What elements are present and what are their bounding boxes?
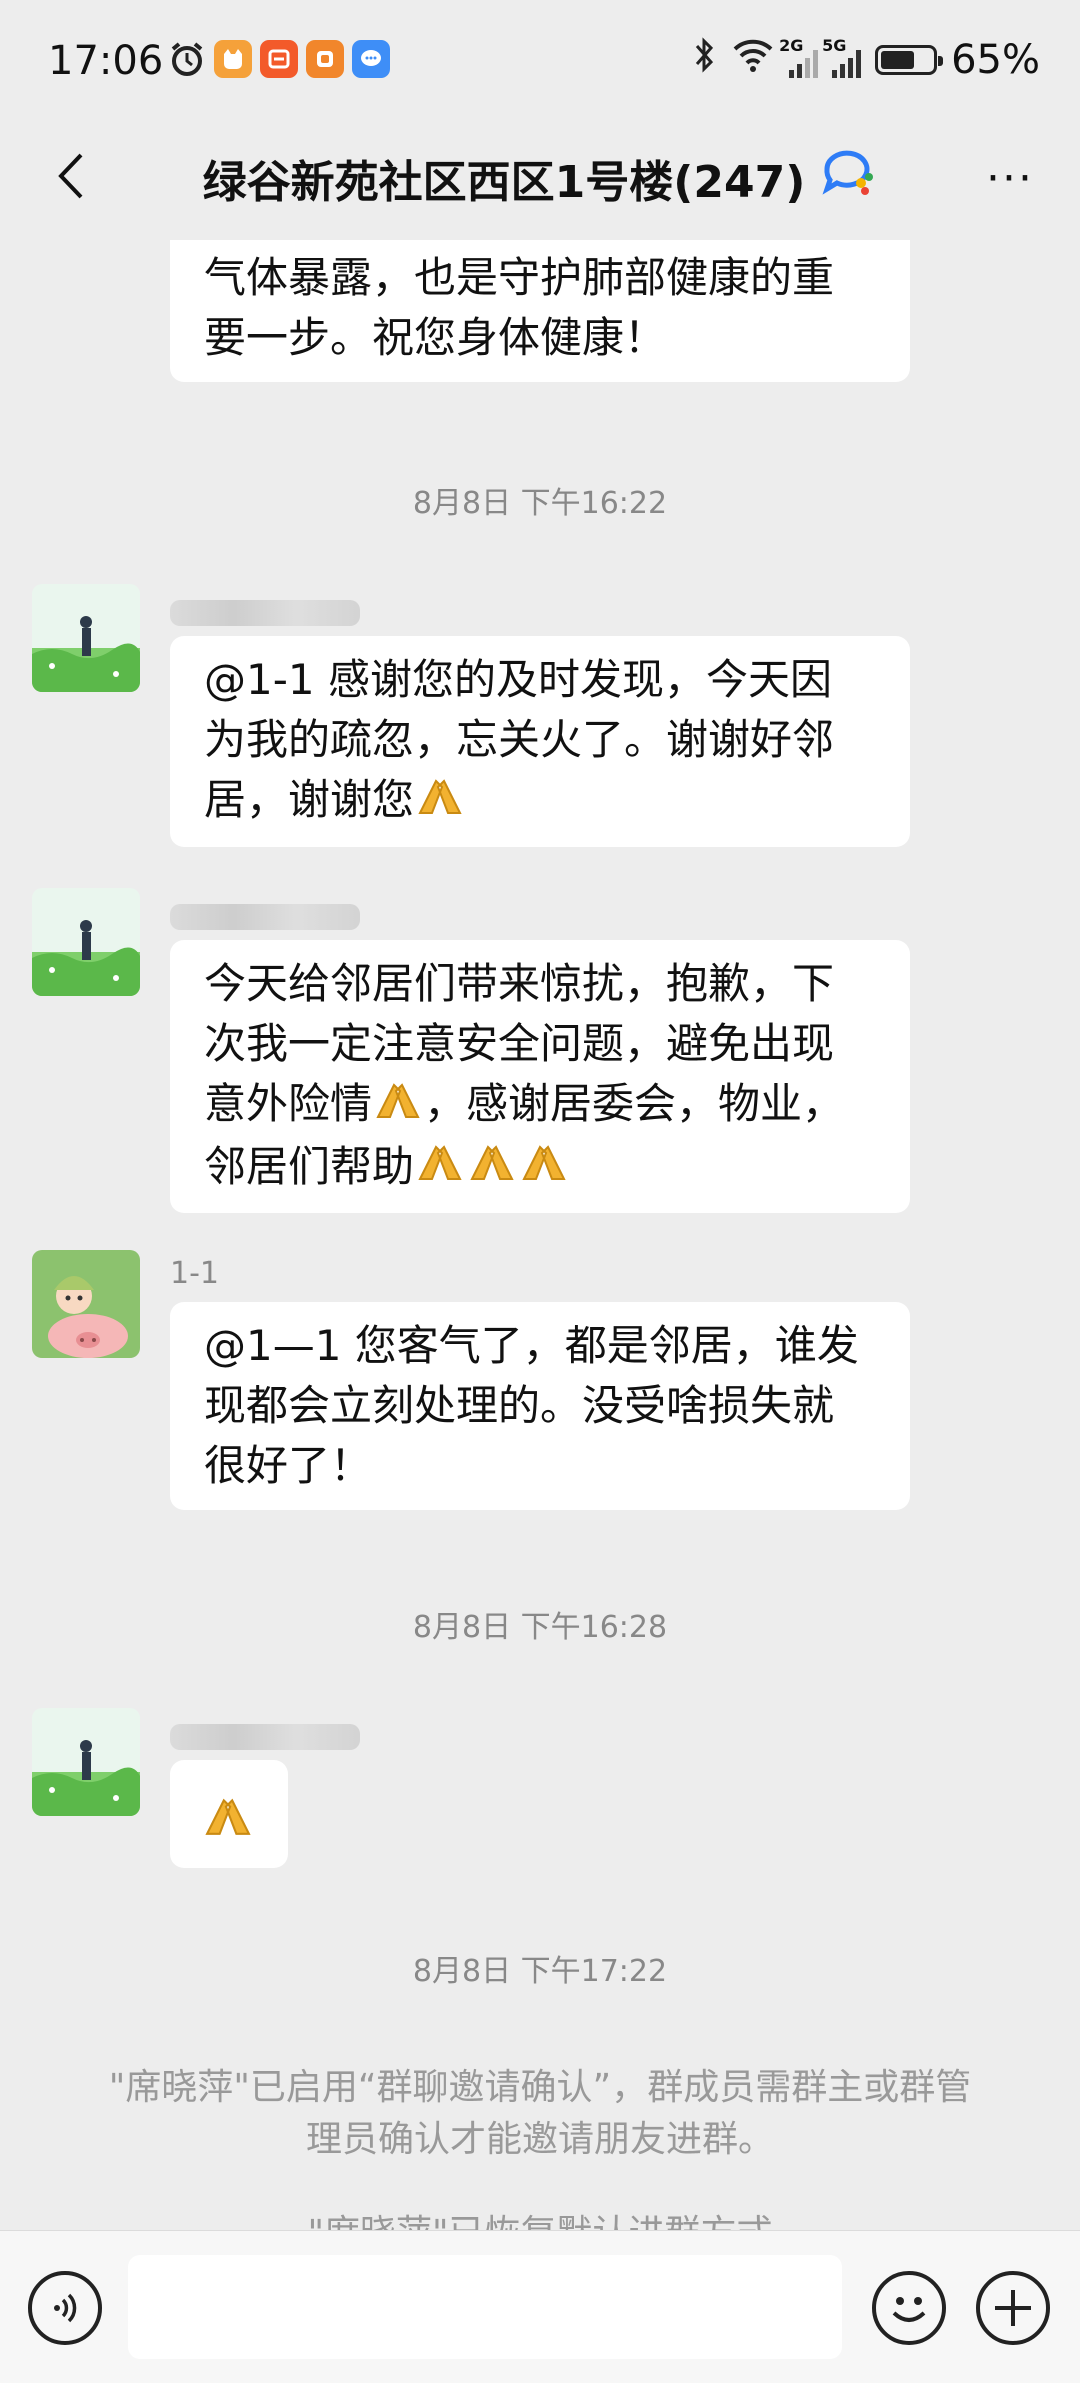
status-bar: 17:06 2G 5G 65% xyxy=(0,0,1080,120)
avatar[interactable] xyxy=(32,1708,140,1816)
message-line: 现都会立刻处理的。没受啥损失就 xyxy=(204,1381,835,1430)
message-bubble[interactable]: @1-1 感谢您的及时发现，今天因 为我的疏忽，忘关火了。谢谢好邻 居，谢谢您 xyxy=(170,636,910,847)
status-app-icons xyxy=(168,40,390,78)
message-line: 次我一定注意安全问题，避免出现 xyxy=(204,1019,835,1068)
chat-header: 绿谷新苑社区西区1号楼(247) ··· xyxy=(0,120,1080,240)
praying-hands-icon xyxy=(414,1139,466,1199)
chat-title: 绿谷新苑社区西区1号楼(247) xyxy=(0,146,1080,210)
taobao-cat-icon xyxy=(214,40,252,78)
taobao-icon xyxy=(260,40,298,78)
orange-app-icon xyxy=(306,40,344,78)
voice-button[interactable] xyxy=(28,2271,102,2345)
message-line: 屏障，通风换气、避免粉尘与有害 xyxy=(204,240,876,248)
battery-icon xyxy=(875,45,944,75)
message-bubble[interactable]: @1—1 您客气了，都是邻居，谁发 现都会立刻处理的。没受啥损失就 很好了！ xyxy=(170,1302,910,1510)
praying-hands-icon xyxy=(518,1139,570,1199)
battery-percent: 65% xyxy=(951,37,1040,83)
timestamp: 8月8日 下午16:28 xyxy=(412,1610,668,1645)
status-indicators: 2G 5G 65% xyxy=(693,36,1040,84)
message-line: @1—1 您客气了，都是邻居，谁发 xyxy=(204,1321,859,1370)
praying-hands-icon xyxy=(372,1077,424,1137)
messages-icon xyxy=(352,40,390,78)
system-message-line: "席晓萍"已恢复默认进群方式 xyxy=(80,2208,1000,2230)
system-message-line: "席晓萍"已启用“群聊邀请确认”，群成员需群主或群管 xyxy=(108,2067,972,2108)
input-bar xyxy=(0,2230,1080,2383)
praying-hands-icon xyxy=(414,773,466,833)
emoji-button[interactable] xyxy=(872,2271,946,2345)
avatar[interactable] xyxy=(32,584,140,692)
plus-icon xyxy=(995,2290,1031,2326)
system-message-line: 理员确认才能邀请朋友进群。 xyxy=(305,2119,774,2160)
timestamp: 8月8日 下午17:22 xyxy=(412,1954,668,1989)
emoji-icon xyxy=(892,2297,926,2322)
avatar[interactable] xyxy=(32,1250,140,1358)
sender-name: 1-1 xyxy=(170,1256,219,1291)
message-bubble[interactable]: 屏障，通风换气、避免粉尘与有害 气体暴露，也是守护肺部健康的重 要一步。祝您身体… xyxy=(170,240,910,382)
group-name: 绿谷新苑社区西区1号楼(247) xyxy=(202,157,806,208)
message-line: @1-1 感谢您的及时发现，今天因 xyxy=(204,655,832,704)
message-line: 要一步。祝您身体健康！ xyxy=(204,313,667,362)
avatar[interactable] xyxy=(32,888,140,996)
message-line: 今天给邻居们带来惊扰，抱歉，下 xyxy=(204,959,835,1008)
sender-name-blurred xyxy=(170,600,360,626)
status-time: 17:06 xyxy=(48,38,164,84)
praying-hands-icon xyxy=(200,1792,256,1854)
message-line: 为我的疏忽，忘关火了。谢谢好邻 xyxy=(204,715,835,764)
alarm-icon xyxy=(168,40,206,78)
plus-button[interactable] xyxy=(976,2271,1050,2345)
message-line: ，感谢居委会，物业， xyxy=(424,1079,845,1128)
message-input[interactable] xyxy=(128,2255,842,2359)
message-line: 气体暴露，也是守护肺部健康的重 xyxy=(204,253,835,302)
message-line: 意外险情 xyxy=(204,1079,373,1128)
message-bubble[interactable]: 今天给邻居们带来惊扰，抱歉，下 次我一定注意安全问题，避免出现 意外险情 ，感谢居… xyxy=(170,940,910,1213)
system-message: "席晓萍"已恢复默认进群方式 xyxy=(80,2208,1000,2230)
voice-icon xyxy=(54,2293,77,2323)
more-button[interactable]: ··· xyxy=(980,150,1040,206)
chat-area[interactable]: 屏障，通风换气、避免粉尘与有害 气体暴露，也是守护肺部健康的重 要一步。祝您身体… xyxy=(0,240,1080,2230)
sender-name-blurred xyxy=(170,904,360,930)
timestamp: 8月8日 下午16:22 xyxy=(412,486,668,521)
sender-name-blurred xyxy=(170,1724,360,1750)
bluetooth-icon xyxy=(693,36,717,84)
signal-2g-icon: 2G xyxy=(779,36,819,78)
system-message: "席晓萍"已启用“群聊邀请确认”，群成员需群主或群管 理员确认才能邀请朋友进群。 xyxy=(80,2062,1000,2166)
signal-5g-icon: 5G xyxy=(822,36,862,78)
message-line: 居，谢谢您 xyxy=(204,775,415,824)
message-bubble[interactable] xyxy=(170,1760,288,1868)
wifi-icon xyxy=(731,37,775,83)
group-ai-badge-icon[interactable] xyxy=(819,147,877,210)
praying-hands-icon xyxy=(466,1139,518,1199)
message-line: 邻居们帮助 xyxy=(204,1141,415,1191)
message-line: 很好了！ xyxy=(204,1441,373,1490)
